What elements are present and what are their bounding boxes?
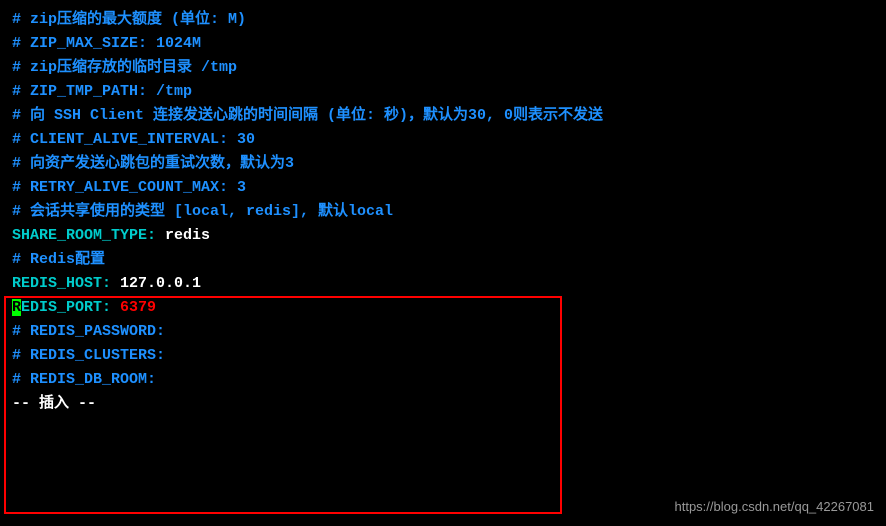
config-key: SHARE_ROOM_TYPE:: [12, 227, 165, 244]
config-comment: # ZIP_MAX_SIZE: 1024M: [12, 32, 874, 56]
config-comment: # REDIS_CLUSTERS:: [12, 344, 874, 368]
config-comment: # zip压缩存放的临时目录 /tmp: [12, 56, 874, 80]
config-key: REDIS_HOST:: [12, 275, 120, 292]
config-comment: # REDIS_DB_ROOM:: [12, 368, 874, 392]
config-line-share-room: SHARE_ROOM_TYPE: redis: [12, 224, 874, 248]
config-key: EDIS_PORT:: [21, 299, 120, 316]
config-line-redis-port: REDIS_PORT: 6379: [12, 296, 874, 320]
config-comment: # zip压缩的最大额度 (单位: M): [12, 8, 874, 32]
config-comment: # Redis配置: [12, 248, 874, 272]
vim-mode-indicator: -- 插入 --: [12, 392, 874, 416]
config-comment: # 向资产发送心跳包的重试次数，默认为3: [12, 152, 874, 176]
config-value: 6379: [120, 299, 156, 316]
cursor-icon: R: [12, 299, 21, 316]
config-value: redis: [165, 227, 210, 244]
config-comment: # ZIP_TMP_PATH: /tmp: [12, 80, 874, 104]
config-comment: # CLIENT_ALIVE_INTERVAL: 30: [12, 128, 874, 152]
terminal-content[interactable]: # zip压缩的最大额度 (单位: M) # ZIP_MAX_SIZE: 102…: [12, 8, 874, 416]
config-comment: # 会话共享使用的类型 [local, redis], 默认local: [12, 200, 874, 224]
config-comment: # RETRY_ALIVE_COUNT_MAX: 3: [12, 176, 874, 200]
config-line-redis-host: REDIS_HOST: 127.0.0.1: [12, 272, 874, 296]
config-value: 127.0.0.1: [120, 275, 201, 292]
config-comment: # REDIS_PASSWORD:: [12, 320, 874, 344]
watermark-text: https://blog.csdn.net/qq_42267081: [675, 497, 875, 518]
config-comment: # 向 SSH Client 连接发送心跳的时间间隔 (单位: 秒)，默认为30…: [12, 104, 874, 128]
